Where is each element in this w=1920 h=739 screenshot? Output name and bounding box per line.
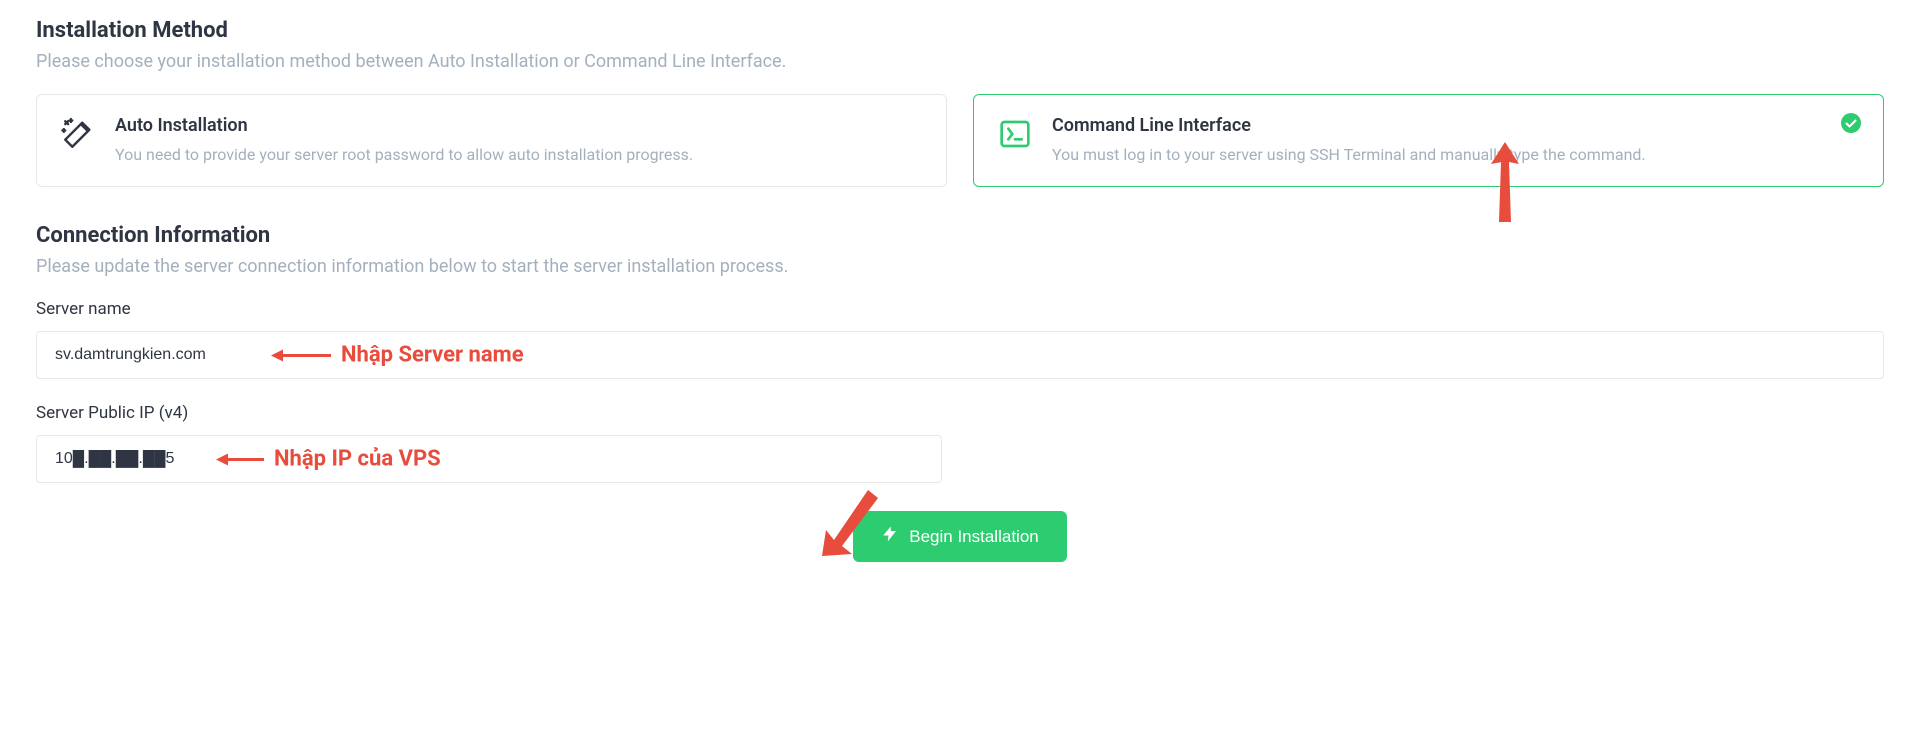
installation-method-options: Auto Installation You need to provide yo… (36, 94, 1884, 187)
method-auto-card[interactable]: Auto Installation You need to provide yo… (36, 94, 947, 187)
server-ip-field: Server Public IP (v4) Nhập IP của VPS (36, 403, 1884, 483)
connection-info-title: Connection Information (36, 223, 1884, 248)
method-auto-title: Auto Installation (115, 115, 924, 136)
method-cli-title: Command Line Interface (1052, 115, 1861, 136)
server-name-field: Server name Nhập Server name (36, 299, 1884, 379)
server-ip-input[interactable] (36, 435, 942, 483)
server-name-label: Server name (36, 299, 1884, 319)
check-circle-icon (1841, 113, 1861, 133)
installation-method-desc: Please choose your installation method b… (36, 51, 1884, 72)
begin-installation-label: Begin Installation (909, 527, 1038, 547)
method-cli-desc: You must log in to your server using SSH… (1052, 144, 1861, 166)
magic-wand-icon (59, 115, 97, 153)
begin-installation-button[interactable]: Begin Installation (853, 511, 1066, 562)
server-name-input[interactable] (36, 331, 1884, 379)
server-ip-label: Server Public IP (v4) (36, 403, 1884, 423)
bolt-icon (881, 525, 899, 548)
connection-info-desc: Please update the server connection info… (36, 256, 1884, 277)
method-auto-desc: You need to provide your server root pas… (115, 144, 924, 166)
terminal-icon (996, 115, 1034, 153)
installation-method-title: Installation Method (36, 18, 1884, 43)
method-cli-card[interactable]: Command Line Interface You must log in t… (973, 94, 1884, 187)
